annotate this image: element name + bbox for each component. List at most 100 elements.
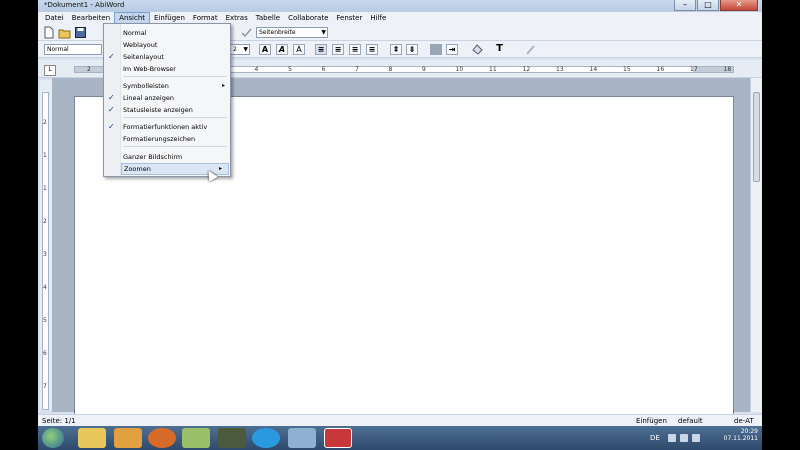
checkmark-icon: ✓ <box>108 122 115 131</box>
spacing-before-icon[interactable]: ⇞ <box>390 44 402 55</box>
ruler-number: 18 <box>723 66 732 73</box>
menu-item-im-web-browser[interactable]: Im Web-Browser <box>121 63 231 75</box>
explorer-icon[interactable] <box>78 428 106 448</box>
status-mode: Einfügen <box>636 417 667 425</box>
media-player-icon[interactable] <box>114 428 142 448</box>
menu-item-label: Zoomen <box>124 165 151 173</box>
menu-item-label: Weblayout <box>123 41 158 49</box>
zoom-select[interactable]: Seitenbreite ▼ <box>256 27 328 38</box>
status-style: default <box>678 417 703 425</box>
title-bar: *Dokument1 - AbiWord – □ ✕ <box>38 0 762 12</box>
new-document-icon[interactable] <box>42 26 55 39</box>
indent-icon[interactable]: ⇥ <box>446 44 458 55</box>
menu-item-statusleiste-anzeigen[interactable]: Statusleiste anzeigen <box>121 104 231 116</box>
menu-item-label: Formatierfunktionen aktiv <box>123 123 208 131</box>
checkmark-icon: ✓ <box>108 52 115 61</box>
ruler-number: 2 <box>87 66 91 73</box>
ruler-number: 6 <box>321 66 326 73</box>
vertical-ruler-number: 5 <box>43 317 47 324</box>
font-button[interactable]: A <box>293 44 305 55</box>
tray-icon[interactable] <box>668 434 676 442</box>
input-language[interactable]: DE <box>650 434 660 442</box>
network-icon[interactable] <box>680 434 688 442</box>
app-icon[interactable] <box>182 428 210 448</box>
menu-item-label: Statusleiste anzeigen <box>123 106 193 114</box>
ruler-number: 14 <box>589 66 598 73</box>
style-select[interactable]: Normal <box>44 44 102 55</box>
ruler-number: 12 <box>522 66 531 73</box>
align-center-icon[interactable]: ≡ <box>332 44 344 55</box>
clock[interactable]: 20:29 07.11.2011 <box>724 428 758 442</box>
open-folder-icon[interactable] <box>58 26 71 39</box>
vertical-ruler-number: 6 <box>43 350 47 357</box>
tab-stop-selector[interactable]: L <box>44 65 56 76</box>
maximize-button[interactable]: □ <box>697 0 719 11</box>
menu-item-normal[interactable]: Normal <box>121 27 231 39</box>
menu-item-weblayout[interactable]: Weblayout <box>121 39 231 51</box>
italic-button[interactable]: A <box>276 44 288 55</box>
spacing-after-icon[interactable]: ⇟ <box>406 44 418 55</box>
menu-item-label: Formatierungszeichen <box>123 135 196 143</box>
ruler-number: 8 <box>388 66 393 73</box>
ruler-number: 9 <box>422 66 426 73</box>
window-controls: – □ ✕ <box>673 0 758 11</box>
firefox-icon[interactable] <box>148 428 176 448</box>
status-language: de-AT <box>734 417 754 425</box>
abiword-taskbar-icon[interactable] <box>324 428 352 448</box>
menu-hilfe[interactable]: Hilfe <box>366 12 390 24</box>
menu-tabelle[interactable]: Tabelle <box>252 12 284 24</box>
zoom-value: Seitenbreite <box>259 29 296 36</box>
menu-collaborate[interactable]: Collaborate <box>284 12 332 24</box>
vertical-ruler-number: 2 <box>43 119 47 126</box>
vertical-ruler-number: 4 <box>43 284 47 291</box>
clock-date: 07.11.2011 <box>723 435 758 442</box>
submenu-arrow-icon: ▸ <box>218 165 222 172</box>
menu-item-label: Im Web-Browser <box>123 65 176 73</box>
status-page: Seite: 1/1 <box>42 417 76 425</box>
spellcheck-icon[interactable] <box>240 26 253 39</box>
ansicht-dropdown-menu: Normal Weblayout Seitenlayout ✓ Im Web-Brows… <box>103 23 231 177</box>
close-button[interactable]: ✕ <box>720 0 758 11</box>
menu-item-formatierfunktionen-aktiv[interactable]: Formatierfunktionen aktiv <box>121 121 231 133</box>
menu-datei[interactable]: Datei <box>41 12 68 24</box>
align-right-icon[interactable]: ≡ <box>349 44 361 55</box>
align-justify-icon[interactable]: ≡ <box>366 44 378 55</box>
vertical-scrollbar[interactable] <box>750 78 762 412</box>
app-icon[interactable] <box>218 428 246 448</box>
menu-fenster[interactable]: Fenster <box>332 12 366 24</box>
menu-item-formatierungszeichen[interactable]: Formatierungszeichen <box>121 133 231 145</box>
menu-item-seitenlayout[interactable]: Seitenlayout <box>121 51 231 63</box>
ruler-number: 4 <box>254 66 259 73</box>
windows-taskbar: DE 20:29 07.11.2011 <box>38 426 762 450</box>
ruler-number: 11 <box>489 66 497 73</box>
menu-item-symbolleisten[interactable]: Symbolleisten ▸ <box>121 80 231 92</box>
ruler-number: 15 <box>623 66 631 73</box>
menu-item-ganzer-bildschirm[interactable]: Ganzer Bildschirm <box>121 151 231 163</box>
vertical-ruler: 2112345678 <box>40 80 52 423</box>
fill-color-icon[interactable] <box>471 43 484 56</box>
vertical-ruler-scale[interactable]: 2112345678 <box>42 92 49 423</box>
scrollbar-thumb[interactable] <box>753 92 760 182</box>
menu-item-lineal-anzeigen[interactable]: Lineal anzeigen <box>121 92 231 104</box>
border-icon[interactable] <box>430 44 442 55</box>
chevron-down-icon: ▼ <box>321 29 326 36</box>
chevron-down-icon: ▼ <box>243 46 248 53</box>
start-button-icon[interactable] <box>42 428 64 448</box>
highlighter-icon[interactable] <box>524 43 537 56</box>
ruler-number: 7 <box>355 66 359 73</box>
ruler-number: 10 <box>455 66 464 73</box>
menu-separator <box>123 117 227 118</box>
menu-item-label: Seitenlayout <box>123 53 164 61</box>
skype-icon[interactable] <box>252 428 280 448</box>
menu-separator <box>123 146 227 147</box>
volume-icon[interactable] <box>692 434 700 442</box>
submenu-arrow-icon: ▸ <box>221 82 225 89</box>
align-left-icon[interactable]: ≡ <box>315 44 327 55</box>
ruler-number: 16 <box>656 66 665 73</box>
app-icon[interactable] <box>288 428 316 448</box>
font-size-select[interactable]: 2 ▼ <box>230 44 250 55</box>
save-icon[interactable] <box>74 26 87 39</box>
text-color-icon[interactable]: T <box>493 43 506 56</box>
bold-button[interactable]: A <box>259 44 271 55</box>
minimize-button[interactable]: – <box>674 0 696 11</box>
